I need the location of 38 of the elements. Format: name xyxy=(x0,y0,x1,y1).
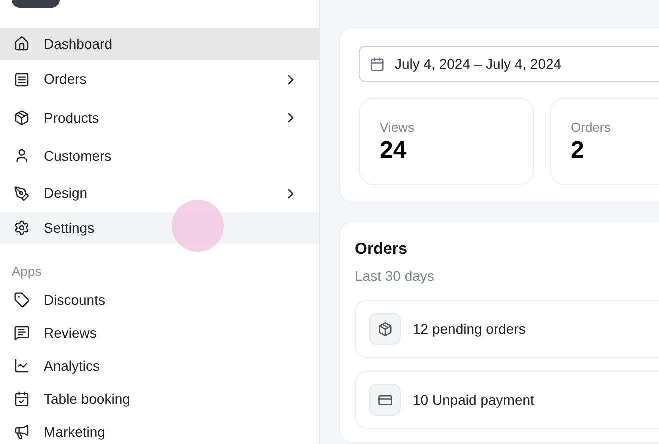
nav-label: Analytics xyxy=(44,356,102,376)
nav-label: Design xyxy=(44,184,89,203)
nav-label: Customers xyxy=(44,146,113,166)
nav-label: Marketing xyxy=(44,422,106,442)
calendar-icon xyxy=(370,56,385,72)
nav-label: Orders xyxy=(44,70,88,89)
card-subtitle: Last 30 days xyxy=(355,267,436,286)
settings-icon xyxy=(14,220,30,236)
stat-value: 24 xyxy=(380,136,408,166)
order-summary-row[interactable]: 12 pending orders xyxy=(355,300,659,358)
section-heading: Apps xyxy=(11,263,43,281)
pen-icon xyxy=(14,186,30,202)
user-icon xyxy=(14,148,30,164)
order-summary-text: 12 pending orders xyxy=(413,320,526,339)
stat-value: 2 xyxy=(571,136,586,166)
nav-label: Table booking xyxy=(44,390,132,409)
order-summary-text: 10 Unpaid payment xyxy=(413,390,534,410)
nav-item[interactable]: Dashboard xyxy=(0,28,319,60)
credit-card-icon xyxy=(378,392,392,408)
nav-label: Products xyxy=(44,108,100,128)
nav-label: Discounts xyxy=(44,290,106,310)
package-icon xyxy=(14,110,30,126)
stat-label: Orders xyxy=(571,121,612,134)
message-icon xyxy=(14,325,30,341)
card-title: Orders xyxy=(355,240,408,260)
package-icon xyxy=(378,322,392,337)
chart-icon xyxy=(14,358,30,374)
nav-label: Settings xyxy=(44,218,96,238)
nav-label: Dashboard xyxy=(44,34,114,54)
nav-label: Reviews xyxy=(44,324,98,342)
stat-label: Views xyxy=(380,121,416,134)
order-summary-row[interactable]: 10 Unpaid payment xyxy=(355,371,659,430)
date-range-field[interactable]: July 4, 2024 – July 4, 2024 xyxy=(359,46,659,82)
tag-icon xyxy=(14,292,30,308)
home-icon xyxy=(14,36,30,52)
list-icon xyxy=(14,72,30,88)
calendar-check-icon xyxy=(14,391,30,407)
megaphone-icon xyxy=(14,424,30,440)
